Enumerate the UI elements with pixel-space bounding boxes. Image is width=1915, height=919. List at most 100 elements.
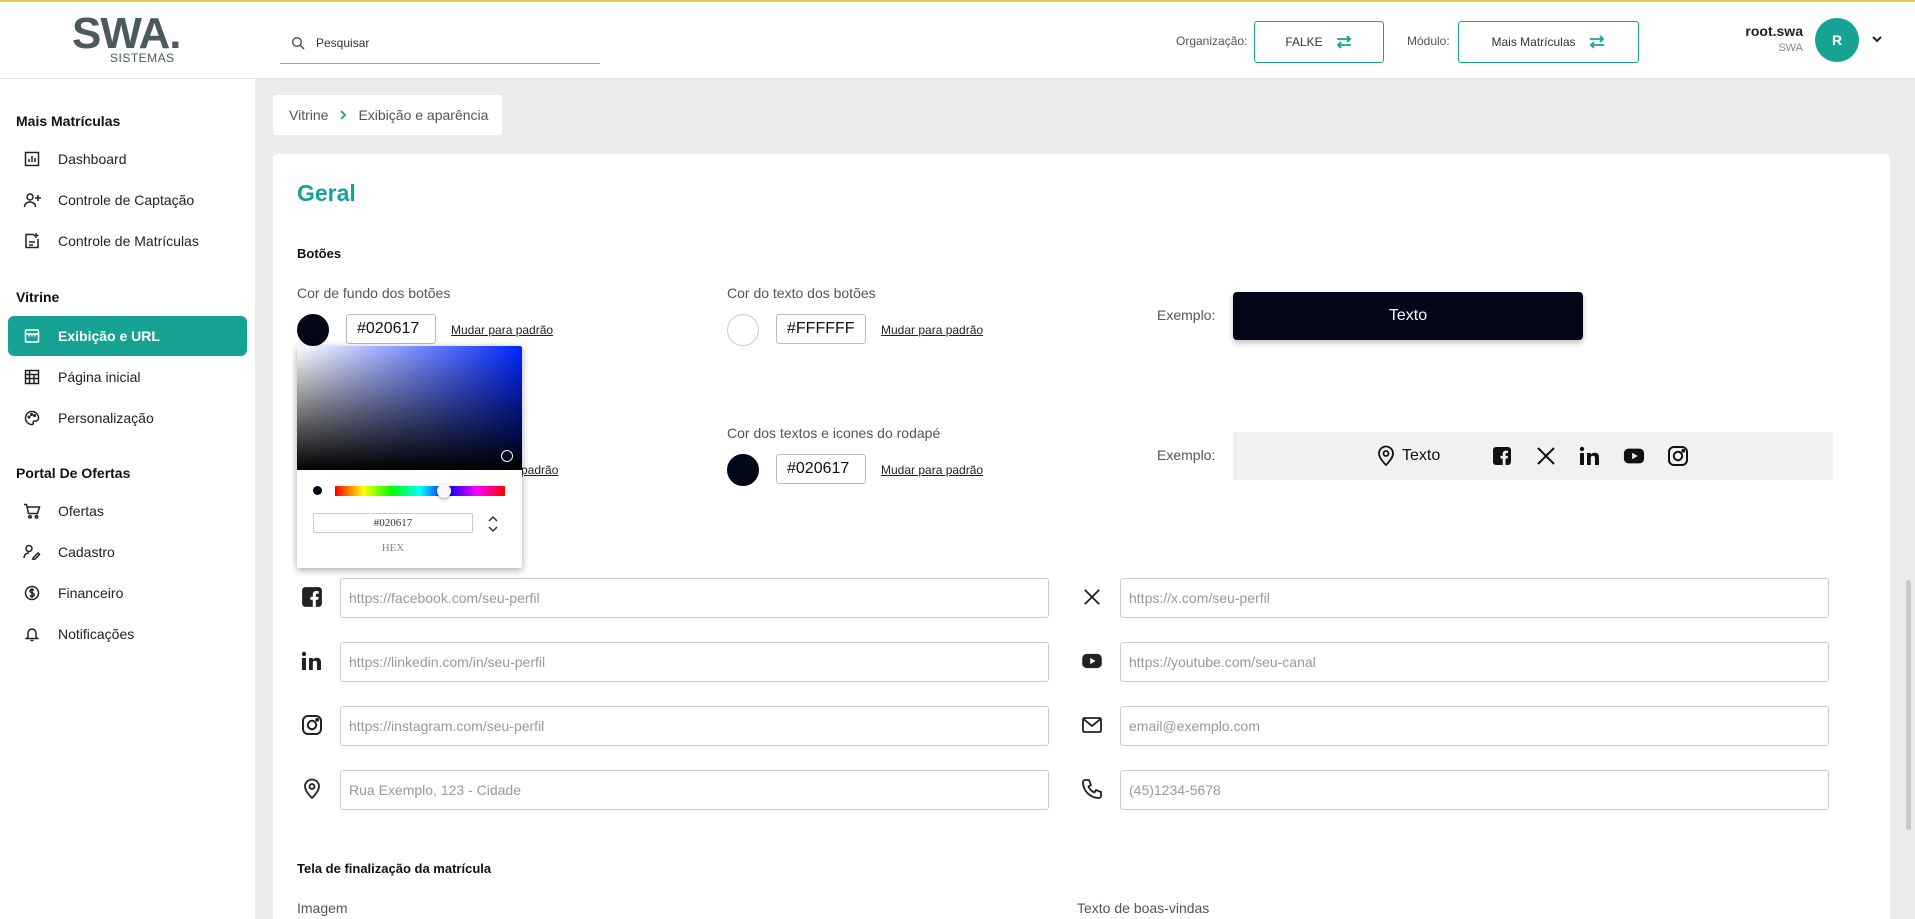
welcome-text-label: Texto de boas-vindas: [1077, 900, 1210, 916]
sidebar-item-label: Financeiro: [58, 585, 124, 601]
sidebar-item-label: Notificações: [58, 626, 135, 642]
sidebar-item-controle-matriculas[interactable]: Controle de Matrículas: [8, 221, 247, 261]
sidebar-item-label: Controle de Matrículas: [58, 233, 199, 249]
example-label: Exemplo:: [1157, 307, 1216, 323]
sidebar-item-financeiro[interactable]: Financeiro: [8, 573, 247, 613]
top-bar: SWA. SISTEMAS Organização: FALKE Módulo:…: [0, 0, 1915, 79]
footer-text-color-swatch[interactable]: [727, 454, 759, 486]
sidebar: Mais Matrículas Dashboard Controle de Ca…: [0, 79, 255, 919]
picker-hex-input[interactable]: #020617: [313, 513, 473, 533]
sidebar-item-ofertas[interactable]: Ofertas: [8, 491, 247, 531]
chart-icon: [22, 149, 42, 169]
x-icon: [1535, 445, 1557, 467]
mail-icon: [1079, 712, 1105, 738]
sidebar-item-label: Ofertas: [58, 503, 104, 519]
bg-color-swatch[interactable]: [297, 314, 329, 346]
mode-toggle-icon[interactable]: [487, 514, 499, 534]
x-icon: [1079, 584, 1105, 610]
saturation-handle[interactable]: [501, 450, 513, 462]
linkedin-url-input[interactable]: [340, 642, 1049, 682]
dollar-icon: [22, 583, 42, 603]
facebook-url-input[interactable]: [340, 578, 1049, 618]
sidebar-item-label: Página inicial: [58, 369, 141, 385]
swap-icon: [1336, 35, 1351, 49]
footer-bg-reset-link[interactable]: padrão: [521, 463, 558, 477]
sidebar-item-exibicao-url[interactable]: Exibição e URL: [8, 316, 247, 356]
example-footer-location: Texto: [1376, 445, 1440, 467]
sidebar-section-title: Vitrine: [16, 289, 60, 305]
footer-text-color-label: Cor dos textos e icones do rodapé: [727, 425, 941, 441]
picker-mode-label: HEX: [381, 542, 405, 554]
bell-icon: [22, 624, 42, 644]
chevron-right-icon: [340, 110, 347, 120]
example-button: Texto: [1233, 292, 1583, 340]
phone-input[interactable]: [1120, 770, 1829, 810]
sidebar-section-title: Portal De Ofertas: [16, 465, 131, 481]
sidebar-item-notificacoes[interactable]: Notificações: [8, 614, 247, 654]
breadcrumb: Vitrine Exibição e aparência: [273, 95, 502, 135]
example-footer-text: Texto: [1402, 447, 1441, 464]
phone-icon: [1079, 776, 1105, 802]
x-url-input[interactable]: [1120, 578, 1829, 618]
color-picker-popover: #020617 HEX: [297, 346, 522, 568]
location-icon: [299, 776, 325, 802]
hue-slider[interactable]: [335, 486, 505, 496]
cart-icon: [22, 501, 42, 521]
module-value: Mais Matrículas: [1491, 35, 1576, 49]
organization-switch-button[interactable]: FALKE: [1254, 21, 1384, 63]
text-color-hex[interactable]: #FFFFFF: [776, 314, 866, 344]
chevron-down-icon[interactable]: [1870, 32, 1884, 46]
email-input[interactable]: [1120, 706, 1829, 746]
palette-icon: [22, 408, 42, 428]
sidebar-item-label: Controle de Captação: [58, 192, 195, 208]
text-color-reset-link[interactable]: Mudar para padrão: [881, 323, 983, 337]
module-label: Módulo:: [1407, 34, 1450, 48]
sidebar-item-label: Exibição e URL: [58, 328, 160, 344]
search-bar: [280, 22, 600, 64]
footer-text-color-reset-link[interactable]: Mudar para padrão: [881, 463, 983, 477]
logo[interactable]: SWA. SISTEMAS: [72, 12, 187, 66]
footer-text-color-hex[interactable]: #020617: [776, 454, 866, 484]
sidebar-item-pagina-inicial[interactable]: Página inicial: [8, 357, 247, 397]
instagram-icon: [299, 712, 325, 738]
current-color-dot: [313, 486, 322, 495]
text-color-label: Cor do texto dos botões: [727, 285, 876, 301]
breadcrumb-current: Exibição e aparência: [358, 107, 489, 123]
linkedin-icon: [1579, 445, 1601, 467]
example-footer: Texto: [1233, 432, 1833, 480]
user-edit-icon: [22, 542, 42, 562]
facebook-icon: [299, 584, 325, 610]
instagram-url-input[interactable]: [340, 706, 1049, 746]
section-title-finalization: Tela de finalização da matrícula: [297, 861, 492, 876]
grid-icon: [22, 367, 42, 387]
youtube-url-input[interactable]: [1120, 642, 1829, 682]
user-organization: SWA: [1778, 42, 1803, 54]
sidebar-item-label: Dashboard: [58, 151, 127, 167]
search-input[interactable]: [316, 35, 576, 50]
organization-label: Organização:: [1176, 34, 1248, 48]
user-plus-icon: [22, 190, 42, 210]
hue-handle[interactable]: [437, 484, 451, 498]
bg-color-reset-link[interactable]: Mudar para padrão: [451, 323, 553, 337]
sidebar-item-personalizacao[interactable]: Personalização: [8, 398, 247, 438]
linkedin-icon: [299, 648, 325, 674]
sidebar-item-cadastro[interactable]: Cadastro: [8, 532, 247, 572]
breadcrumb-root[interactable]: Vitrine: [289, 107, 328, 123]
bg-color-label: Cor de fundo dos botões: [297, 285, 451, 301]
youtube-icon: [1079, 648, 1105, 674]
organization-value: FALKE: [1285, 35, 1323, 49]
sidebar-item-controle-captacao[interactable]: Controle de Captação: [8, 180, 247, 220]
bg-color-hex[interactable]: #020617: [346, 314, 436, 344]
module-switch-button[interactable]: Mais Matrículas: [1458, 21, 1639, 63]
facebook-icon: [1491, 445, 1513, 467]
address-input[interactable]: [340, 770, 1049, 810]
doc-plus-icon: [22, 231, 42, 251]
swap-icon: [1589, 35, 1604, 49]
scrollbar[interactable]: [1906, 580, 1911, 830]
avatar[interactable]: R: [1815, 18, 1859, 62]
saturation-value-area[interactable]: [297, 346, 522, 470]
sidebar-item-dashboard[interactable]: Dashboard: [8, 139, 247, 179]
text-color-swatch[interactable]: [727, 314, 759, 346]
logo-subtitle: SISTEMAS: [110, 51, 175, 65]
location-icon: [1378, 445, 1394, 467]
